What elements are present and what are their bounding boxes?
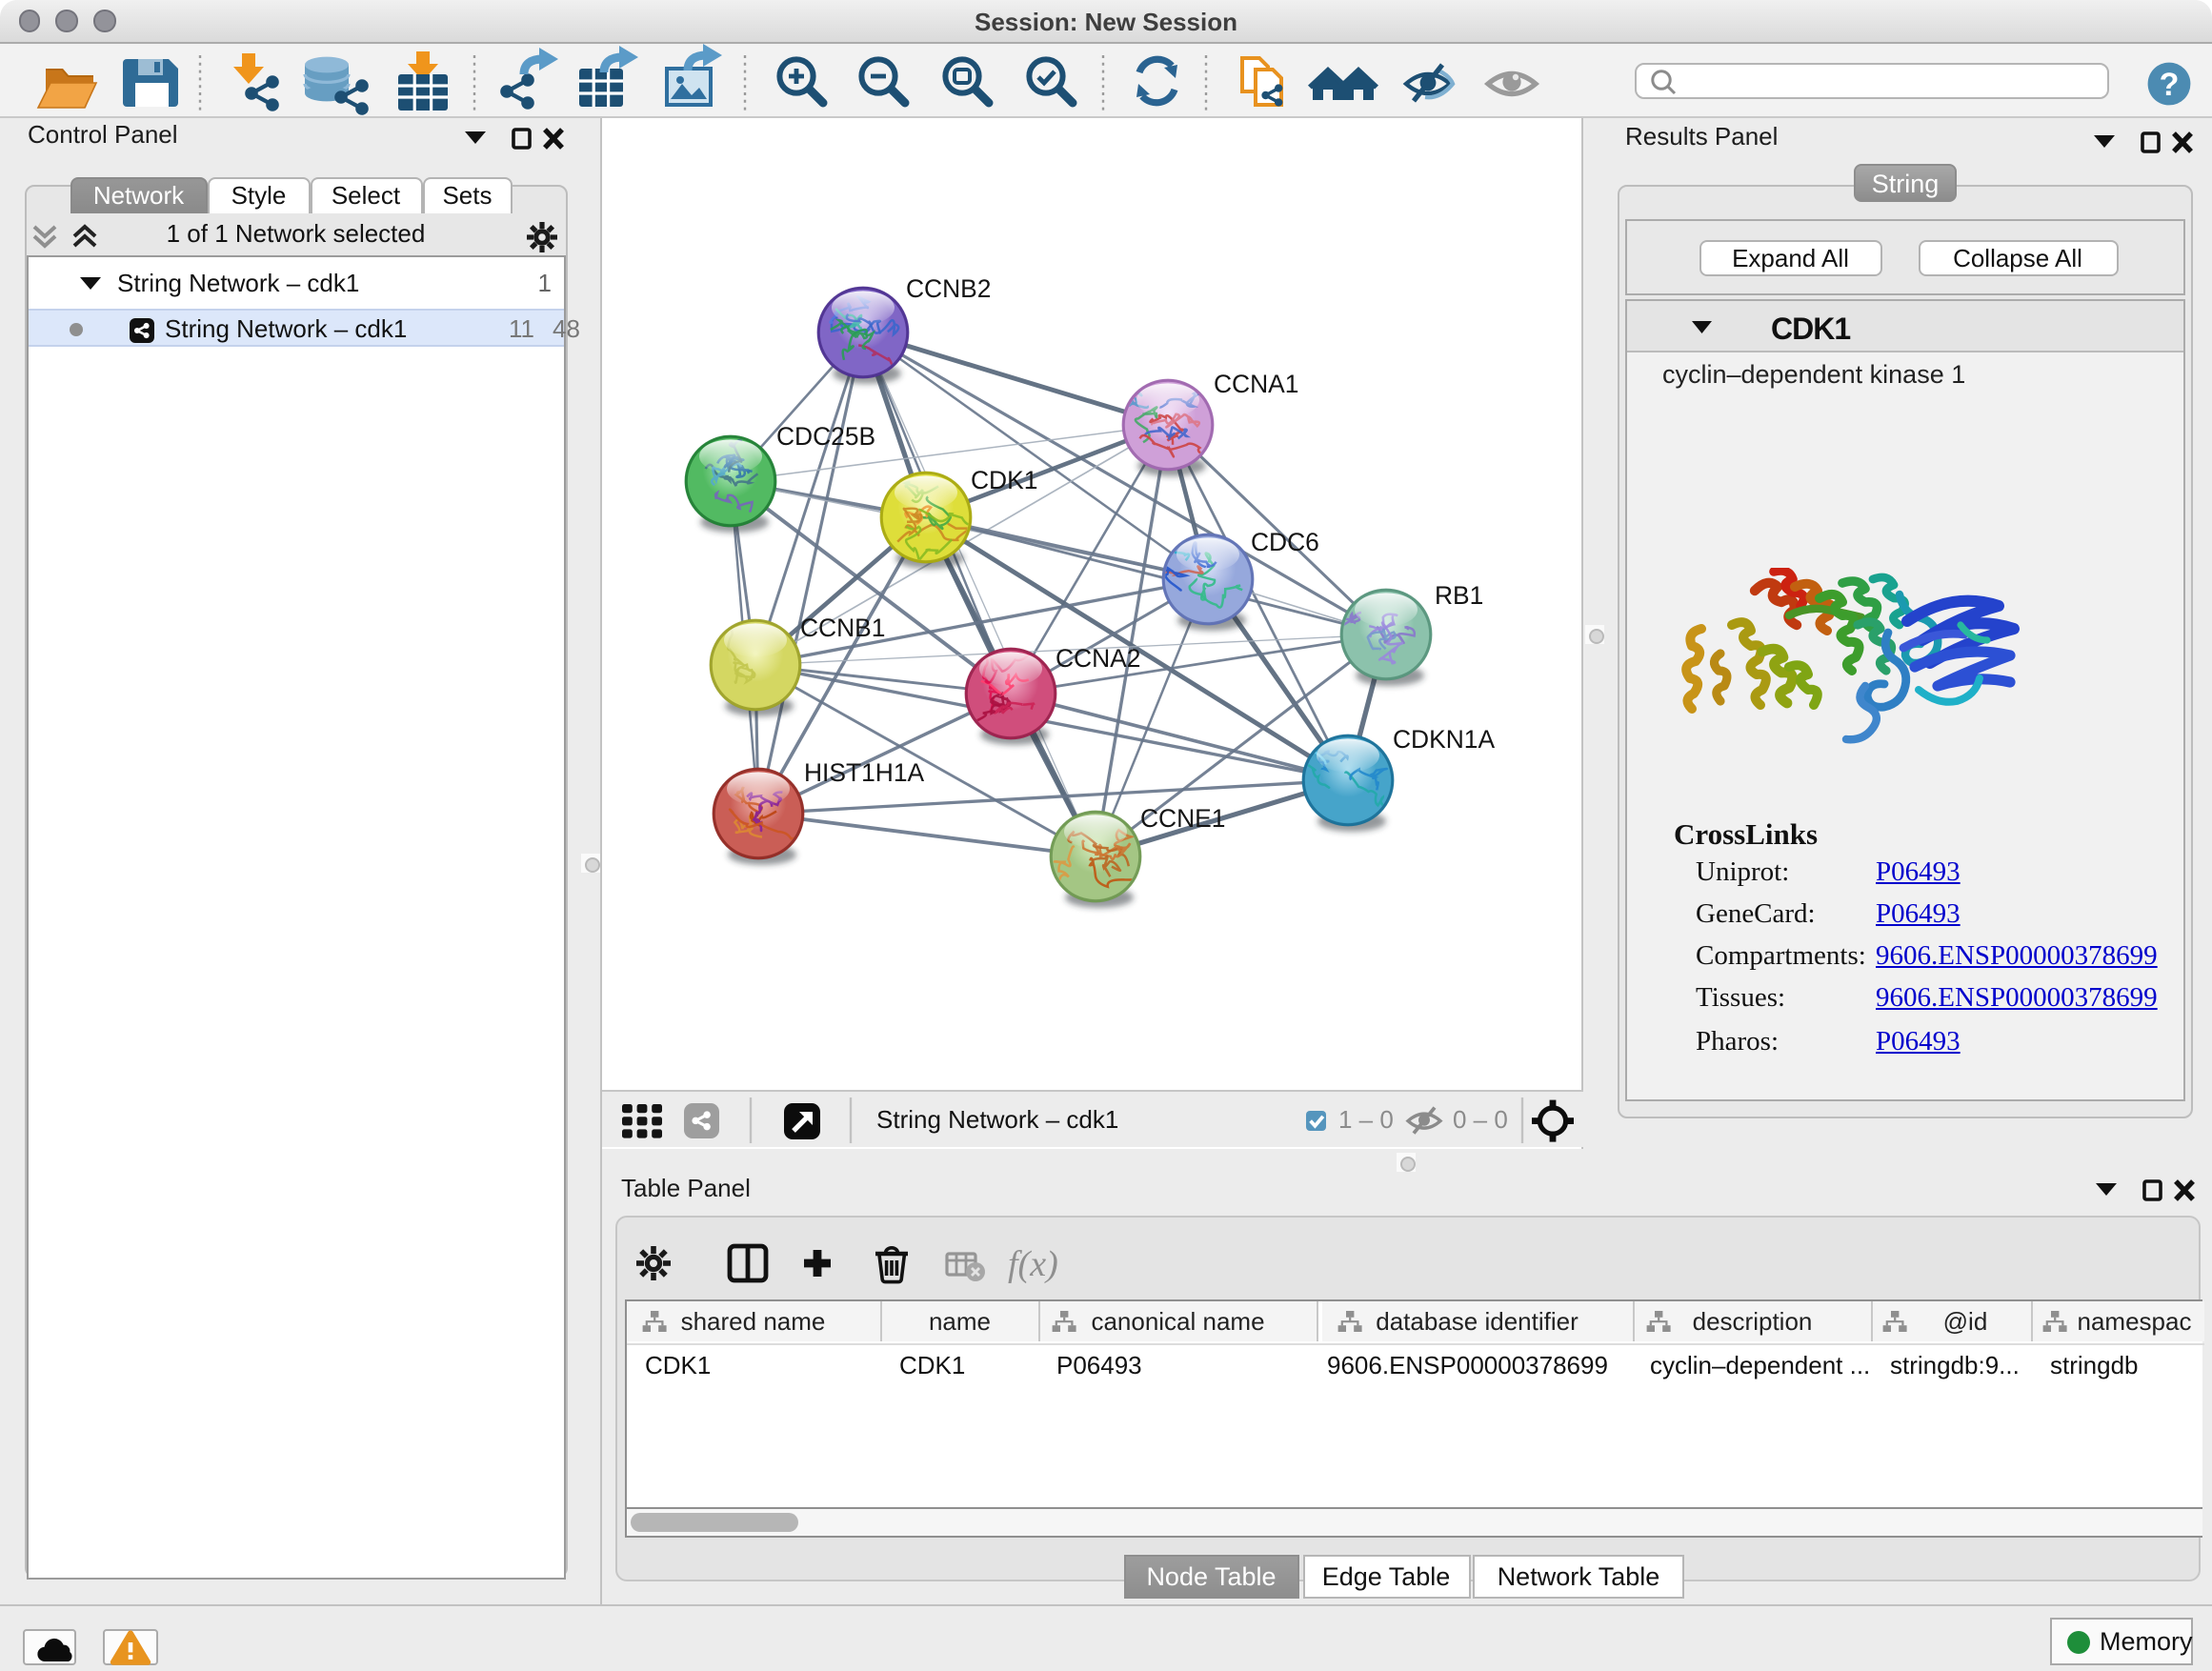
svg-text:HIST1H1A: HIST1H1A	[803, 758, 924, 787]
svg-text:f(x): f(x)	[1008, 1243, 1058, 1283]
svg-text:CCNB2: CCNB2	[905, 274, 990, 303]
svg-text:CCNE1: CCNE1	[1139, 804, 1224, 833]
svg-text:RB1: RB1	[1434, 581, 1482, 610]
svg-text:CCNB1: CCNB1	[799, 614, 884, 642]
svg-text:CDC6: CDC6	[1250, 528, 1318, 556]
svg-text:CDK1: CDK1	[970, 466, 1036, 494]
svg-text:?: ?	[2160, 66, 2180, 102]
svg-text:CCNA1: CCNA1	[1213, 370, 1297, 398]
svg-text:CDC25B: CDC25B	[775, 422, 875, 451]
svg-text:CCNA2: CCNA2	[1055, 644, 1139, 673]
svg-text:CDKN1A: CDKN1A	[1392, 725, 1494, 754]
